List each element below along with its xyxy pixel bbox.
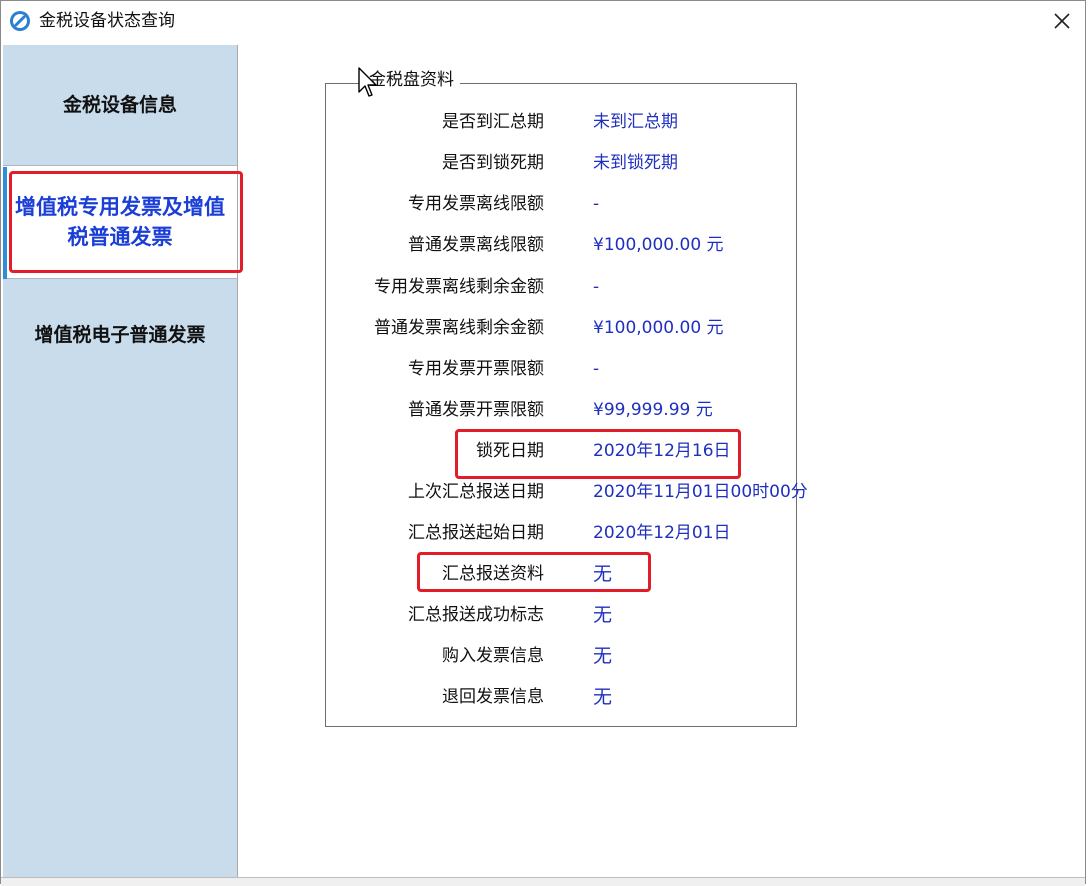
sidebar: 金税设备信息 增值税专用发票及增值税普通发票 增值税电子普通发票 bbox=[3, 45, 237, 877]
field-value: - bbox=[593, 359, 600, 379]
app-logo-icon bbox=[10, 11, 30, 31]
sidebar-item-electronic-invoices[interactable]: 增值税电子普通发票 bbox=[3, 285, 237, 385]
field-value: 2020年12月01日 bbox=[593, 523, 731, 543]
field-value: - bbox=[593, 277, 600, 297]
field-label: 汇总报送起始日期 bbox=[408, 523, 544, 543]
field-value: 无 bbox=[593, 645, 613, 667]
field-value: 无 bbox=[593, 604, 613, 626]
field-label: 锁死日期 bbox=[476, 441, 544, 461]
close-button[interactable] bbox=[1045, 5, 1079, 37]
sidebar-item-vat-invoices[interactable]: 增值税专用发票及增值税普通发票 bbox=[3, 165, 237, 279]
window-title: 金税设备状态查询 bbox=[39, 11, 175, 31]
field-label: 普通发票离线限额 bbox=[408, 235, 544, 255]
sidebar-item-device-info[interactable]: 金税设备信息 bbox=[3, 55, 237, 155]
field-label: 普通发票开票限额 bbox=[408, 400, 544, 420]
field-label: 上次汇总报送日期 bbox=[408, 482, 544, 502]
field-value: 无 bbox=[593, 563, 613, 585]
field-value: 2020年11月01日00时00分 bbox=[593, 482, 808, 502]
field-label: 专用发票离线剩余金额 bbox=[374, 277, 544, 297]
field-label: 购入发票信息 bbox=[442, 646, 544, 666]
mouse-cursor-icon bbox=[358, 67, 377, 97]
selected-tab-indicator bbox=[3, 167, 7, 279]
field-label: 退回发票信息 bbox=[442, 687, 544, 707]
field-label: 专用发票开票限额 bbox=[408, 359, 544, 379]
field-value: ¥99,999.99 元 bbox=[593, 400, 713, 420]
field-value: ¥100,000.00 元 bbox=[593, 235, 724, 255]
title-bar: 金税设备状态查询 bbox=[1, 1, 1085, 41]
sidebar-item-label: 增值税电子普通发票 bbox=[34, 324, 206, 346]
field-label: 普通发票离线剩余金额 bbox=[374, 318, 544, 338]
field-label: 是否到锁死期 bbox=[442, 153, 544, 173]
field-value: 无 bbox=[593, 686, 613, 708]
window-bottom-edge bbox=[1, 877, 1085, 886]
field-label: 专用发票离线限额 bbox=[408, 194, 544, 214]
sidebar-item-label: 增值税专用发票及增值税普通发票 bbox=[15, 195, 225, 249]
field-label: 汇总报送成功标志 bbox=[408, 605, 544, 625]
close-icon bbox=[1054, 13, 1070, 29]
field-value: ¥100,000.00 元 bbox=[593, 318, 724, 338]
field-value: - bbox=[593, 194, 600, 214]
sidebar-item-label: 金税设备信息 bbox=[62, 94, 177, 116]
field-value: 2020年12月16日 bbox=[593, 441, 731, 461]
tax-disk-info-group bbox=[325, 83, 797, 727]
field-label: 是否到汇总期 bbox=[442, 112, 544, 132]
field-value: 未到汇总期 bbox=[593, 112, 678, 132]
status-query-window: 金税设备状态查询 金税设备信息 增值税专用发票及增值税普通发票 增值税电子普通发… bbox=[0, 0, 1086, 886]
field-value: 未到锁死期 bbox=[593, 153, 678, 173]
field-label: 汇总报送资料 bbox=[442, 564, 544, 584]
